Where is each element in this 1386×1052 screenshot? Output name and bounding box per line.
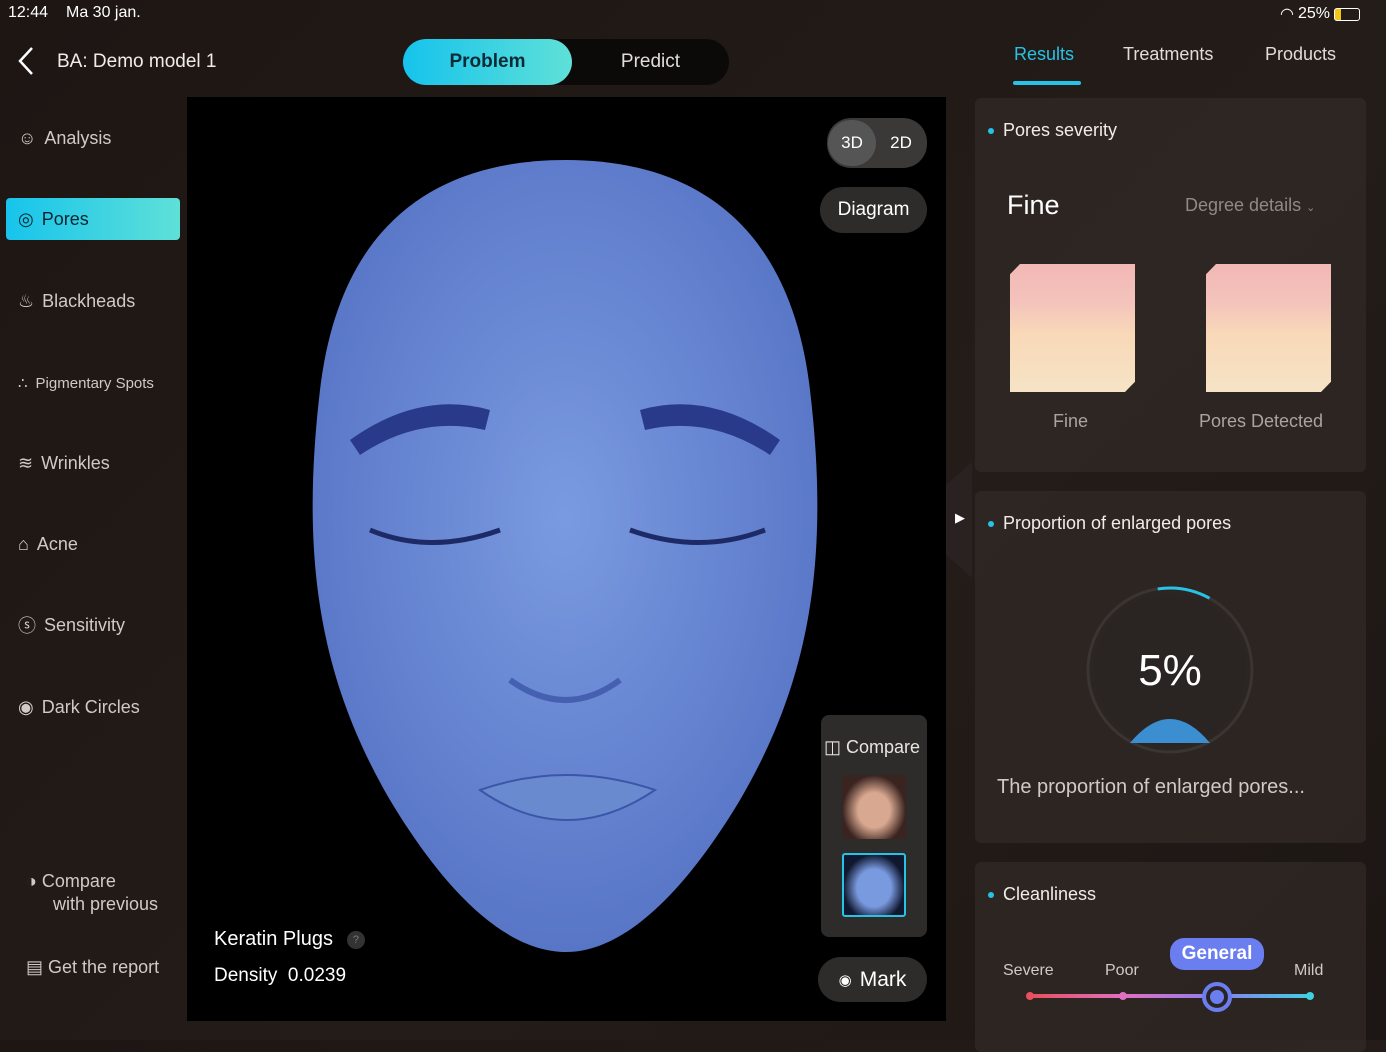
spots-icon: ∴ (18, 375, 28, 392)
level-label: Poor (1105, 962, 1139, 979)
sidebar-item-label: Wrinkles (41, 452, 110, 473)
smile-icon: ☺ (18, 127, 37, 148)
page-title: BA: Demo model 1 (57, 51, 217, 72)
metric-title: Keratin Plugs ? (214, 928, 365, 951)
sidebar-item-label: Pigmentary Spots (35, 374, 154, 392)
card-title: Proportion of enlarged pores (1003, 513, 1232, 533)
level-label: Severe (1003, 962, 1054, 979)
compare-button[interactable]: ◫ Compare (824, 737, 920, 758)
mode-3d-button[interactable]: 3D (828, 120, 876, 166)
level-label: Mild (1294, 962, 1324, 979)
sidebar-item-blackheads[interactable]: ♨ Blackheads (0, 280, 186, 322)
back-icon[interactable] (16, 46, 38, 76)
tab-results[interactable]: Results (1014, 44, 1074, 65)
sidebar-item-dark-circles[interactable]: ◉ Dark Circles (0, 686, 186, 728)
cleanliness-card: Cleanliness Severe Poor General Mild (975, 862, 1366, 1052)
mode-2d-button[interactable]: 2D (876, 133, 926, 153)
cleanliness-slider-track[interactable] (1030, 994, 1311, 998)
wifi-icon: ◠ (1280, 6, 1294, 23)
view-mode-toggle: 3D 2D (827, 118, 927, 168)
sidebar-item-wrinkles[interactable]: ≋ Wrinkles (0, 442, 186, 484)
sidebar-item-analysis[interactable]: ☺ Analysis (0, 117, 186, 159)
compare-previous-button[interactable]: ◑ Compare with previous (26, 870, 158, 916)
severity-level: Fine (1007, 190, 1060, 220)
compare-label: Compare (41, 871, 116, 891)
sidebar-item-sensitivity[interactable]: ⓢ Sensitivity (0, 604, 186, 646)
battery-percent: 25% (1297, 5, 1330, 22)
battery-icon (1334, 7, 1360, 21)
photo-thumbnail[interactable] (842, 775, 906, 839)
acne-icon: ⌂ (18, 533, 29, 554)
sidebar-item-label: Acne (36, 533, 78, 554)
caret-right-icon[interactable]: ▶ (955, 510, 965, 526)
metric-name: Keratin Plugs (214, 928, 333, 950)
proportion-description[interactable]: The proportion of enlarged pores... (997, 776, 1305, 799)
compare-label-2: with previous (53, 894, 159, 914)
sidebar-item-label: Analysis (44, 127, 112, 148)
sidebar-item-label: Blackheads (42, 290, 136, 311)
tab-products[interactable]: Products (1265, 44, 1336, 65)
mark-label: Mark (859, 967, 907, 991)
help-icon[interactable]: ? (346, 930, 365, 949)
uv-thumbnail[interactable] (842, 853, 906, 917)
density-label: Density (214, 965, 278, 986)
diagram-button[interactable]: Diagram (820, 187, 927, 233)
target-icon: ◎ (18, 208, 34, 229)
slider-handle[interactable] (1202, 982, 1232, 1012)
compare-icon: ◑ (26, 871, 37, 891)
degree-details-dropdown[interactable]: Degree details ⌄ (1185, 195, 1315, 216)
degree-label: Degree details (1185, 195, 1302, 215)
report-icon: ▤ (26, 957, 44, 977)
selected-level-tooltip: General (1170, 938, 1264, 970)
tab-predict[interactable]: Predict (572, 39, 729, 85)
sidebar-item-pigmentary-spots[interactable]: ∴ Pigmentary Spots (0, 362, 186, 404)
sidebar-item-label: Sensitivity (44, 614, 126, 635)
mode-toggle: Problem Predict (403, 39, 729, 85)
tab-problem[interactable]: Problem (403, 39, 572, 85)
slider-stop (1119, 992, 1127, 1000)
pores-severity-card: Pores severity Fine Degree details ⌄ Fin… (975, 98, 1366, 472)
slider-stop (1306, 992, 1314, 1000)
skin-diagram-fine (1010, 264, 1135, 392)
compare-panel: ◫ Compare (821, 715, 927, 937)
bullet-icon (988, 891, 994, 898)
sidebar-item-pores[interactable]: ◎ Pores (6, 198, 180, 240)
density-value: 0.0239 (287, 965, 347, 986)
card-title: Cleanliness (1003, 884, 1097, 904)
bullet-icon (988, 520, 994, 527)
sidebar-item-label: Pores (41, 208, 89, 229)
skin-diagram-detected (1206, 264, 1331, 392)
density-readout: Density 0.0239 (214, 965, 346, 987)
eye-icon: ◉ (838, 971, 852, 989)
sidebar-item-acne[interactable]: ⌂ Acne (0, 523, 186, 565)
active-tab-indicator (1013, 81, 1081, 85)
chevron-down-icon: ⌄ (1306, 202, 1316, 214)
status-right: ◠ 25% (1280, 4, 1360, 24)
compare-text: Compare (846, 737, 921, 757)
compare-icon: ◫ (824, 737, 842, 757)
sensitivity-icon: ⓢ (18, 616, 36, 636)
blackheads-icon: ♨ (18, 290, 35, 311)
face-3d-model[interactable] (310, 160, 822, 952)
status-date: Ma 30 jan. (66, 4, 141, 21)
wrinkles-icon: ≋ (18, 452, 34, 473)
slider-stop (1026, 992, 1034, 1000)
proportion-card: Proportion of enlarged pores 5% The prop… (975, 491, 1366, 843)
mark-button[interactable]: ◉ Mark (818, 957, 927, 1002)
report-label: Get the report (48, 957, 160, 977)
eye-icon: ◉ (18, 696, 34, 717)
proportion-value: 5% (1138, 646, 1202, 695)
card-title: Pores severity (1003, 120, 1118, 140)
diagram-label: Fine (1053, 411, 1089, 431)
bullet-icon (988, 127, 994, 134)
status-time: 12:44 (8, 4, 49, 21)
get-report-button[interactable]: ▤ Get the report (26, 957, 159, 978)
tab-treatments[interactable]: Treatments (1123, 44, 1213, 65)
sidebar-item-label: Dark Circles (41, 696, 140, 717)
diagram-label: Pores Detected (1199, 411, 1324, 431)
